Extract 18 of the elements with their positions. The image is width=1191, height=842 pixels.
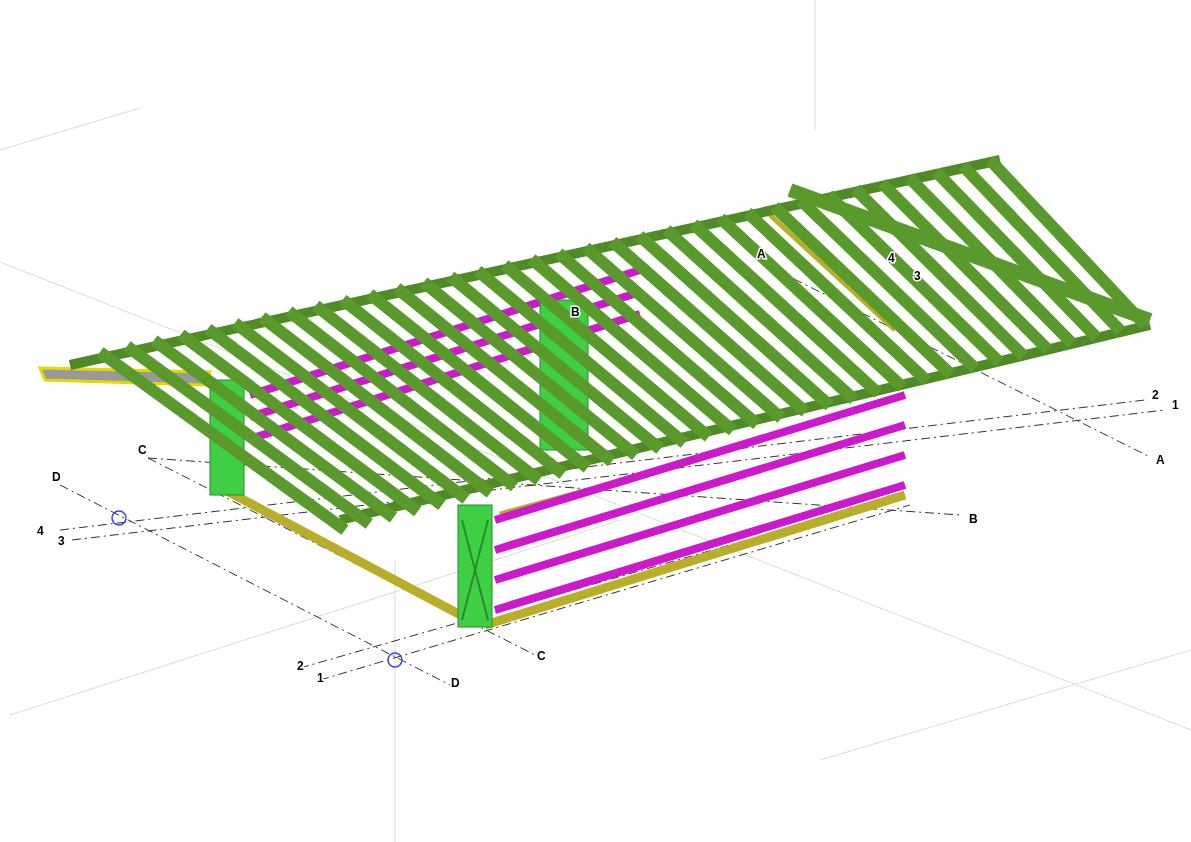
grid-label: 3 [914, 269, 921, 283]
grid-marker-icon [387, 652, 403, 668]
grid-label: C [138, 443, 147, 457]
grid-label: 3 [58, 534, 65, 548]
grid-label: A [1156, 453, 1165, 467]
grid-label: 1 [1172, 398, 1179, 412]
grid-label: 2 [1152, 388, 1159, 402]
grid-label: 1 [317, 671, 324, 685]
grid-marker-icon [111, 510, 127, 526]
grid-label: 4 [888, 251, 895, 265]
grid-label: B [571, 305, 580, 319]
grid-label: D [52, 470, 61, 484]
grid-label: 4 [37, 524, 44, 538]
grid-label: 2 [297, 659, 304, 673]
grid-label: D [451, 676, 460, 690]
grid-label: A [757, 247, 766, 261]
grid-label: B [969, 512, 978, 526]
grid-label: C [537, 649, 546, 663]
